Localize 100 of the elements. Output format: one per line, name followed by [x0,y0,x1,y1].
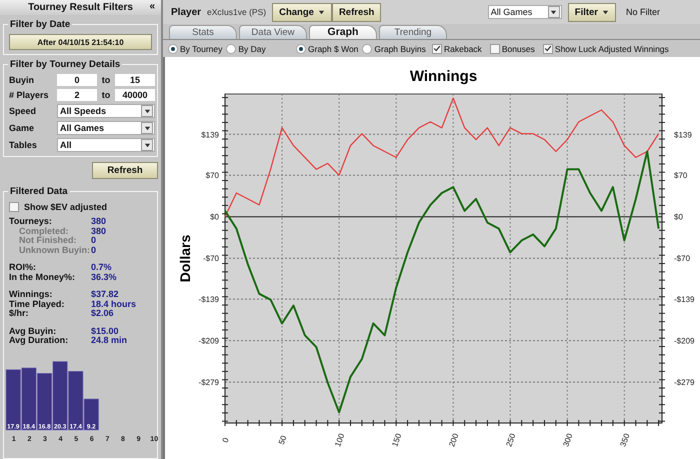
stat-value: 24.8 min [91,336,128,346]
radio-label: By Tourney [180,44,222,54]
stat-label: Unknown Buyin: [18,246,91,255]
group-title: Filtered Data [8,186,70,197]
histogram-bar [36,372,52,430]
checkbox[interactable] [432,44,442,54]
tick-label: 200 [447,432,460,448]
checkbox-label: Show Luck Adjusted Winnings [554,44,669,54]
refresh-button[interactable]: Refresh [92,162,158,179]
caret-icon [144,108,150,114]
tick-label: 350 [618,432,632,448]
tick-label: $0 [674,212,683,222]
stat-label: In the Money%: [9,272,76,282]
field-label: Game [9,123,36,133]
dropdown[interactable]: All Games [57,121,155,135]
tab[interactable]: Graph [309,25,377,39]
stat-label: Time Played: [9,300,66,309]
tick-label: 100 [333,432,346,448]
range-label: to [100,90,112,100]
tick-label: -$209 [198,336,219,346]
tick-label: -$279 [198,378,219,388]
stat-value: 0 [91,236,98,246]
input-field[interactable]: 0 [57,74,97,86]
input-field[interactable]: 15 [115,74,155,86]
caret-icon [318,8,325,16]
stat-value: 380 [91,217,108,226]
stat-value: 380 [91,226,108,236]
tick-label: $70 [674,171,688,180]
radio-label: Graph Buyins [374,44,426,54]
caret-icon [550,8,558,16]
stat-label: Avg Duration: [9,336,70,346]
field-label: Buyin [9,75,36,85]
tick-label: -$139 [674,295,694,304]
stat-value: 18.4 hours [91,300,138,309]
tick-label: 250 [504,432,518,448]
histogram-bar [6,368,21,430]
dropdown[interactable]: All Speeds [57,104,155,118]
checkbox[interactable] [9,202,19,212]
tick-label: -$279 [674,378,694,388]
panel-title: Tourney Result Filters [28,2,133,13]
radio-button[interactable] [296,44,306,54]
checkbox[interactable] [490,44,500,54]
histogram-bar [52,360,68,430]
radio-button[interactable] [168,44,178,54]
tick-label: $70 [206,171,219,180]
caret-icon [144,124,150,132]
checkbox[interactable] [542,44,553,54]
tab[interactable]: Data View [239,25,307,39]
tick-label: -$70 [674,254,690,264]
collapse-button[interactable]: « [149,1,155,12]
filter-button[interactable]: Filter [568,2,616,22]
tick-label: $139 [201,130,219,140]
radio-label: By Day [238,44,266,54]
checkbox-label: Rakeback [444,44,482,54]
radio-button[interactable] [226,44,236,54]
input-field[interactable]: 40000 [115,89,155,101]
input-field[interactable]: 2 [57,89,97,101]
range-label: to [100,75,112,85]
tick-label: -$209 [674,336,694,346]
histogram-bar [21,367,36,430]
filter-status: No Filter [625,7,662,17]
stat-value: 0 [91,246,98,255]
checkbox-label: Bonuses [502,44,535,54]
radio-label: Graph $ Won [308,44,358,54]
stat-value: 36.3% [91,272,118,282]
field-label: Tables [9,140,38,150]
tick-label: 0 [220,436,231,444]
change-button[interactable]: Change [272,2,332,22]
stat-label: Not Finished: [18,236,78,246]
tick-label: 150 [390,432,404,448]
stat-label: ROI%: [9,263,37,272]
stat-label: Avg Buyin: [9,326,58,336]
dropdown[interactable]: All Games [488,5,562,19]
dropdown-value: All Games [490,7,534,17]
dropdown-value: All Games [59,123,106,133]
stat-label: Tourneys: [9,217,53,226]
tab[interactable]: Trending [379,25,447,39]
tick-label: $0 [210,212,219,222]
tick-label: 50 [276,434,288,446]
stat-value: $15.00 [91,326,120,336]
chart-title: Winnings [410,68,478,85]
player-name: eXcIus1ve (PS) [207,7,266,17]
caret-icon [602,8,609,16]
axis-title: Dollars [177,234,193,282]
stat-label: Completed: [19,226,70,236]
field-label: Speed [9,106,38,116]
tab[interactable]: Stats [169,25,237,39]
refresh-button[interactable]: Refresh [332,2,382,22]
date-button[interactable]: After 04/10/15 21:54:10 [9,34,152,50]
tick-label: 300 [561,432,574,448]
checkbox-label: Show $EV adjusted [24,202,108,212]
stat-value: $2.06 [91,309,115,318]
stat-value: $37.82 [91,290,120,300]
radio-button[interactable] [362,44,372,54]
dropdown[interactable]: All [57,138,155,152]
stat-value: 0.7% [91,263,113,272]
tick-label: -$139 [198,295,219,304]
stat-label: $/hr: [9,309,30,318]
group-title: Filter by Date [8,19,72,30]
dropdown-value: All Speeds [59,106,108,116]
